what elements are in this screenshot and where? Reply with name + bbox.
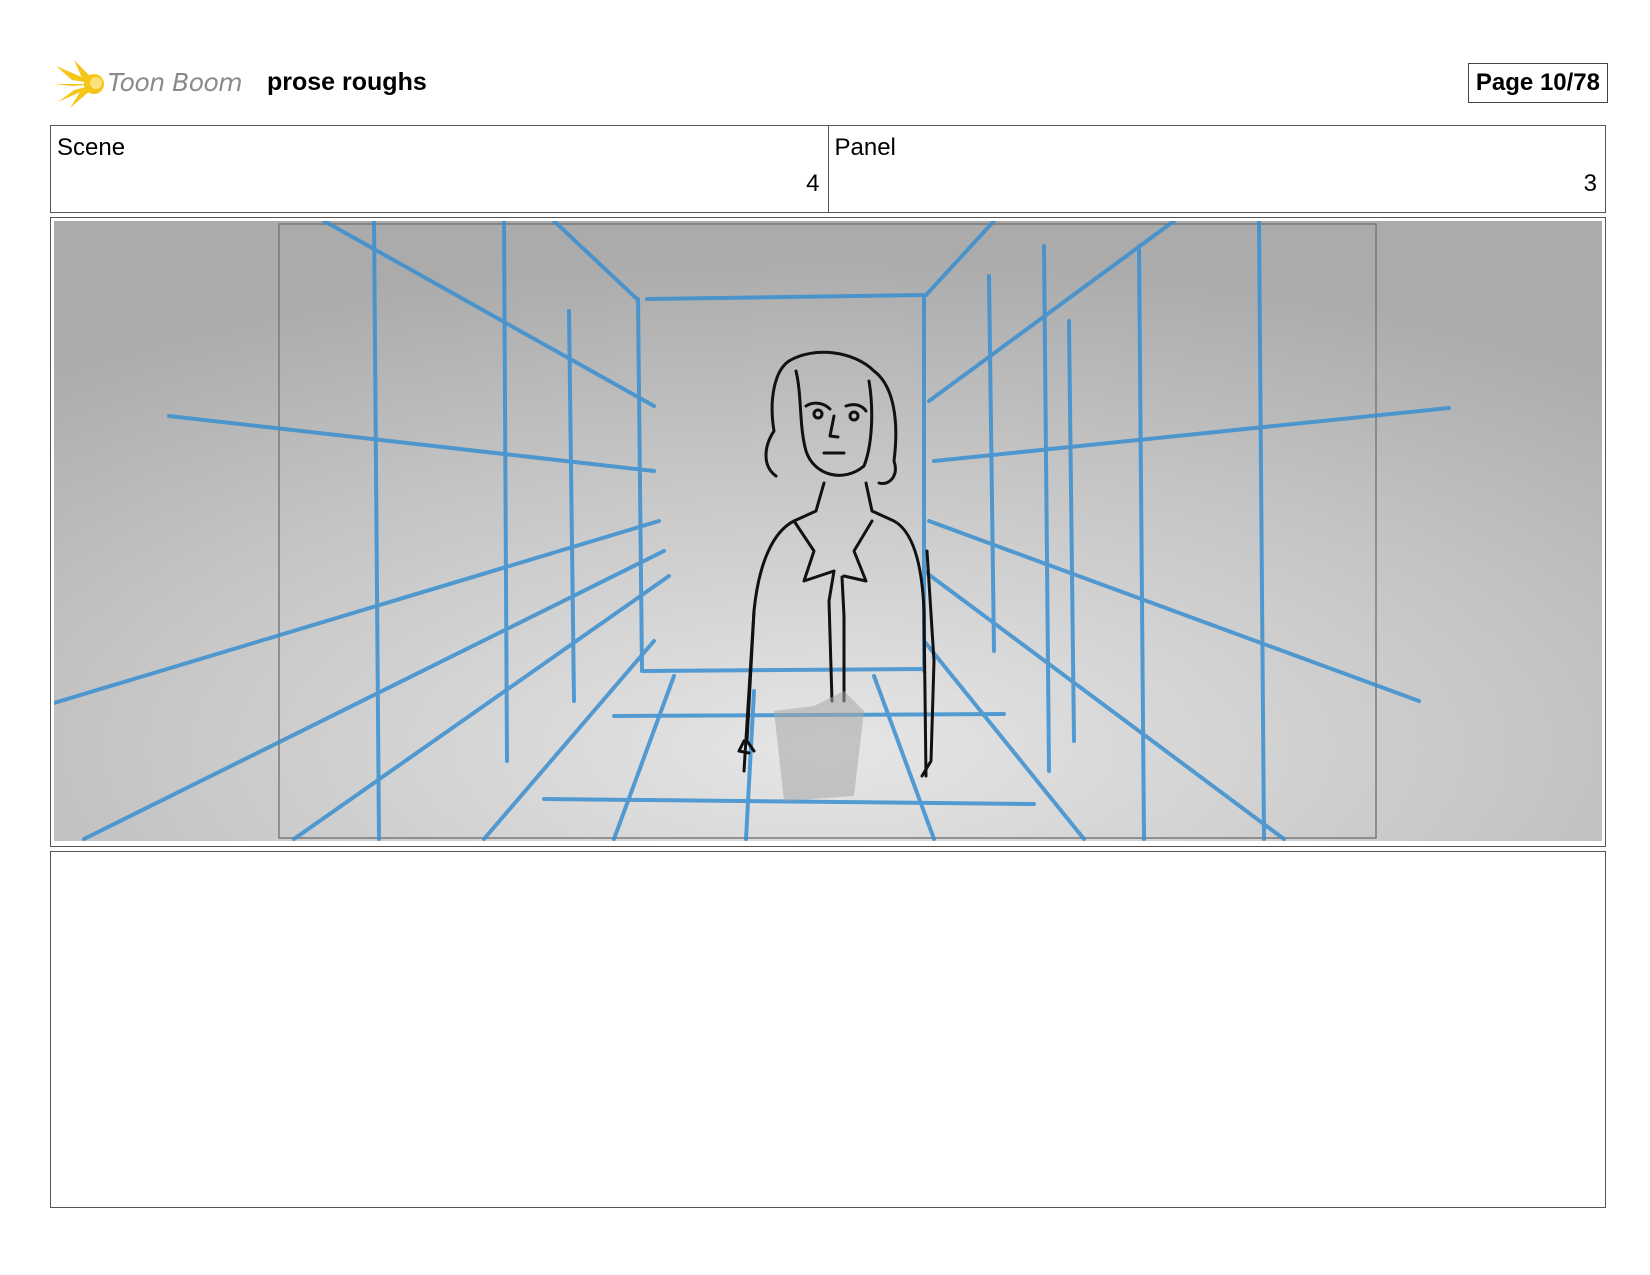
toon-boom-logo: Toon Boom: [52, 56, 252, 112]
scene-panel-info: Scene 4 Panel 3: [50, 125, 1606, 213]
scene-cell: Scene 4: [51, 126, 828, 212]
sketch-illustration: [54, 221, 1602, 841]
storyboard-panel-image: [50, 217, 1606, 847]
panel-label: Panel: [834, 134, 896, 161]
panel-value: 3: [1583, 170, 1597, 197]
project-title: prose roughs: [267, 68, 427, 96]
page-number: Page 10/78: [1467, 63, 1608, 103]
panel-notes-area: [50, 851, 1606, 1208]
scene-label: Scene: [57, 134, 126, 161]
scene-value: 4: [806, 170, 820, 197]
panel-cell: Panel 3: [827, 126, 1606, 212]
storyboard-header: Toon Boom prose roughs Page 10/78: [52, 56, 1608, 112]
starburst-icon: [54, 60, 104, 108]
logo-text: Toon Boom: [108, 68, 243, 97]
